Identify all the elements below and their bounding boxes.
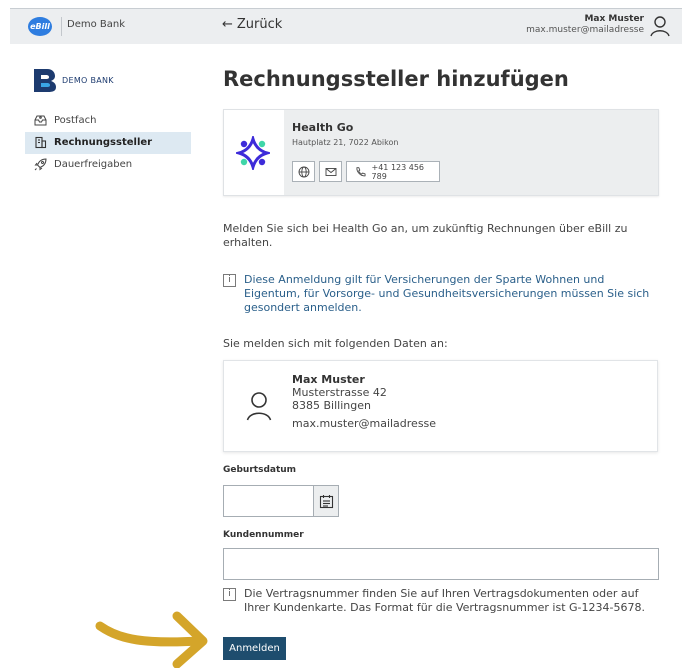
person-details: Max Muster Musterstrasse 42 8385 Billing… [292,373,436,430]
notice-box: i Diese Anmeldung gilt für Versicherunge… [223,273,659,315]
email-button[interactable] [319,161,342,182]
person-card: Max Muster Musterstrasse 42 8385 Billing… [223,360,658,452]
page-title: Rechnungssteller hinzufügen [223,67,569,91]
bank-name: Demo Bank [67,19,126,30]
birthdate-input[interactable] [223,485,314,517]
person-email: max.muster@mailadresse [292,417,437,430]
notice-text: Diese Anmeldung gilt für Versicherungen … [244,273,650,314]
birthdate-label: Geburtsdatum [223,465,297,475]
customer-number-label: Kundennummer [223,530,304,540]
sidebar-brand: DEMO BANK [62,76,114,85]
person-name: Max Muster [292,373,365,386]
customer-number-hint: i Die Vertragsnummer finden Sie auf Ihre… [223,587,659,615]
phone-button[interactable]: +41 123 456 789 [346,161,440,182]
user-icon [246,392,272,421]
sidebar-nav: Postfach Rechnungssteller Dauerfreigaben [25,110,192,176]
health-go-logo [236,136,270,170]
sidebar-item-label: Dauerfreigaben [54,159,133,170]
info-icon: i [223,588,236,601]
phone-number: +41 123 456 789 [371,162,425,181]
phone-icon [356,166,366,176]
person-street: Musterstrasse 42 [292,386,387,399]
building-icon [35,136,47,149]
submit-button[interactable]: Anmelden [223,637,286,660]
biller-card: Health Go Hautplatz 21, 7022 Abikon +41 … [223,109,659,196]
rocket-icon [34,158,47,171]
inbox-icon [34,115,47,126]
intro-text: Melden Sie sich bei Health Go an, um zuk… [223,222,628,249]
data-section-label: Sie melden sich mit folgenden Daten an: [223,337,448,350]
website-button[interactable] [292,161,315,182]
back-link[interactable]: ← Zurück [222,17,282,32]
person-city: 8385 Billingen [292,399,371,412]
biller-name: Health Go [292,121,354,134]
calendar-icon [319,494,333,508]
top-bar: eBill Demo Bank ← Zurück Max Muster max.m… [10,8,682,44]
globe-icon [298,166,309,177]
user-info[interactable]: Max Muster max.muster@mailadresse [526,14,644,36]
sidebar-item-dauerfreigaben[interactable]: Dauerfreigaben [32,154,192,176]
arrow-left-icon: ← [222,17,233,32]
sidebar-item-rechnungssteller[interactable]: Rechnungssteller [25,132,191,154]
info-icon: i [223,274,236,287]
user-email: max.muster@mailadresse [526,25,644,35]
hint-text: Die Vertragsnummer finden Sie auf Ihren … [244,587,645,614]
sidebar-item-label: Postfach [54,115,97,126]
user-name: Max Muster [584,14,644,24]
mail-icon [325,167,336,176]
demo-bank-logo [34,69,56,92]
user-icon[interactable] [650,15,670,37]
biller-address: Hautplatz 21, 7022 Abikon [292,138,399,147]
brand-separator [61,17,62,36]
sidebar-item-label: Rechnungssteller [54,137,153,148]
biller-logo-box [224,110,284,195]
pointer-arrow-icon [95,611,208,668]
biller-actions: +41 123 456 789 [292,161,440,183]
ebill-logo: eBill [28,17,52,36]
calendar-button[interactable] [314,485,339,517]
back-label: Zurück [236,17,283,32]
customer-number-input[interactable] [223,548,659,580]
sidebar-item-postfach[interactable]: Postfach [32,110,192,132]
